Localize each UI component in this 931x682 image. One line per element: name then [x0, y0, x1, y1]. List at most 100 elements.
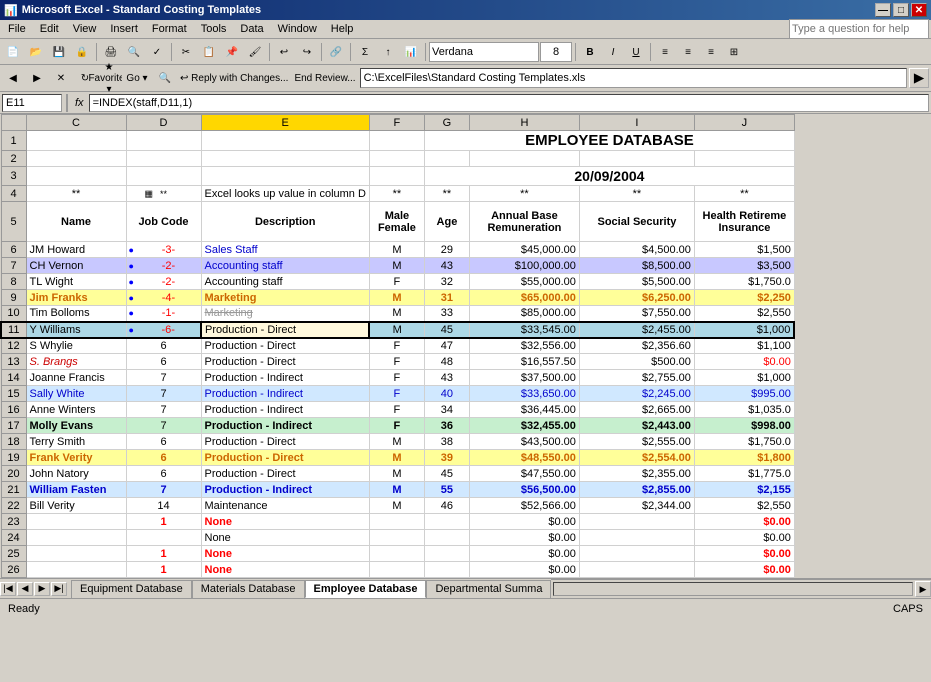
menu-file[interactable]: File — [2, 22, 32, 36]
cell-jc-14[interactable]: 7 — [126, 370, 201, 386]
cell-jc-23[interactable]: 1 — [126, 514, 201, 530]
col-header-f[interactable]: F — [369, 115, 424, 131]
col-header-d[interactable]: D — [126, 115, 201, 131]
cell-desc-13[interactable]: Production - Direct — [201, 354, 369, 370]
cell-d1[interactable] — [126, 131, 201, 151]
cell-social-12[interactable]: $2,356.60 — [579, 338, 694, 354]
cell-health-24[interactable]: $0.00 — [694, 530, 794, 546]
cell-health-14[interactable]: $1,000 — [694, 370, 794, 386]
cell-age-6[interactable]: 29 — [424, 242, 469, 258]
cell-jc-15[interactable]: 7 — [126, 386, 201, 402]
cell-health-23[interactable]: $0.00 — [694, 514, 794, 530]
cell-f4[interactable]: ** — [369, 186, 424, 202]
cell-health-20[interactable]: $1,775.0 — [694, 466, 794, 482]
sheet-nav-next[interactable]: ▶ — [34, 582, 50, 596]
cell-desc-9[interactable]: Marketing — [201, 290, 369, 306]
cell-desc-10[interactable]: Marketing — [201, 306, 369, 322]
cell-annual-9[interactable]: $65,000.00 — [469, 290, 579, 306]
cell-age-25[interactable] — [424, 546, 469, 562]
cell-health-6[interactable]: $1,500 — [694, 242, 794, 258]
chart-button[interactable]: 📊 — [400, 41, 422, 63]
cell-mf-7[interactable]: M — [369, 258, 424, 274]
cell-age-20[interactable]: 45 — [424, 466, 469, 482]
align-center[interactable]: ≡ — [677, 41, 699, 63]
cell-annual-23[interactable]: $0.00 — [469, 514, 579, 530]
header-name[interactable]: Name — [26, 202, 126, 242]
autosum-button[interactable]: Σ — [354, 41, 376, 63]
print-button[interactable]: 🖨 — [100, 41, 122, 63]
cell-desc-15[interactable]: Production - Indirect — [201, 386, 369, 402]
menu-window[interactable]: Window — [272, 22, 323, 36]
cell-mf-14[interactable]: F — [369, 370, 424, 386]
cell-desc-17[interactable]: Production - Indirect — [201, 418, 369, 434]
cell-e2[interactable] — [201, 151, 369, 167]
preview-button[interactable]: 🔍 — [123, 41, 145, 63]
go-button[interactable]: Go ▾ — [122, 67, 152, 89]
cell-health-13[interactable]: $0.00 — [694, 354, 794, 370]
bold-button[interactable]: B — [579, 41, 601, 63]
cell-c1[interactable] — [26, 131, 126, 151]
cell-jc-25[interactable]: 1 — [126, 546, 201, 562]
sheet-nav-first[interactable]: |◀ — [0, 582, 16, 596]
cell-age-24[interactable] — [424, 530, 469, 546]
scroll-right[interactable]: ▶ — [915, 581, 931, 597]
cell-h2[interactable] — [469, 151, 579, 167]
cell-desc-7[interactable]: Accounting staff — [201, 258, 369, 274]
cell-mf-23[interactable] — [369, 514, 424, 530]
header-malefemale[interactable]: Male Female — [369, 202, 424, 242]
cell-mf-19[interactable]: M — [369, 450, 424, 466]
cell-health-7[interactable]: $3,500 — [694, 258, 794, 274]
menu-insert[interactable]: Insert — [104, 22, 144, 36]
cell-age-12[interactable]: 47 — [424, 338, 469, 354]
cell-desc-18[interactable]: Production - Direct — [201, 434, 369, 450]
stop-button[interactable]: ✕ — [50, 67, 72, 89]
save-button[interactable]: 💾 — [48, 41, 70, 63]
spell-button[interactable]: ✓ — [146, 41, 168, 63]
cell-annual-12[interactable]: $32,556.00 — [469, 338, 579, 354]
cell-age-17[interactable]: 36 — [424, 418, 469, 434]
paste-button[interactable]: 📌 — [221, 41, 243, 63]
cell-jc-6[interactable]: ● -3- — [126, 242, 201, 258]
cell-j4[interactable]: ** — [694, 186, 794, 202]
cell-social-20[interactable]: $2,355.00 — [579, 466, 694, 482]
cell-name-16[interactable]: Anne Winters — [26, 402, 126, 418]
cell-jc-7[interactable]: ● -2- — [126, 258, 201, 274]
cell-mf-8[interactable]: F — [369, 274, 424, 290]
cell-health-16[interactable]: $1,035.0 — [694, 402, 794, 418]
cell-health-12[interactable]: $1,100 — [694, 338, 794, 354]
cell-name-9[interactable]: Jim Franks — [26, 290, 126, 306]
cell-health-18[interactable]: $1,750.0 — [694, 434, 794, 450]
cell-c2[interactable] — [26, 151, 126, 167]
cell-annual-21[interactable]: $56,500.00 — [469, 482, 579, 498]
cell-desc-21[interactable]: Production - Indirect — [201, 482, 369, 498]
merge-center[interactable]: ⊞ — [723, 41, 745, 63]
cell-annual-15[interactable]: $33,650.00 — [469, 386, 579, 402]
cell-jc-20[interactable]: 6 — [126, 466, 201, 482]
cell-age-23[interactable] — [424, 514, 469, 530]
cell-desc-25[interactable]: None — [201, 546, 369, 562]
cell-date[interactable]: 20/09/2004 — [424, 167, 794, 186]
cell-d3[interactable] — [126, 167, 201, 186]
cell-d2[interactable] — [126, 151, 201, 167]
copy-button[interactable]: 📋 — [198, 41, 220, 63]
header-social[interactable]: Social Security — [579, 202, 694, 242]
new-button[interactable]: 📄 — [2, 41, 24, 63]
cell-age-14[interactable]: 43 — [424, 370, 469, 386]
cell-jc-9[interactable]: ● -4- — [126, 290, 201, 306]
cell-desc-19[interactable]: Production - Direct — [201, 450, 369, 466]
cell-annual-22[interactable]: $52,566.00 — [469, 498, 579, 514]
cell-jc-26[interactable]: 1 — [126, 562, 201, 578]
cut-button[interactable]: ✂ — [175, 41, 197, 63]
undo-button[interactable]: ↩ — [273, 41, 295, 63]
cell-jc-19[interactable]: 6 — [126, 450, 201, 466]
cell-social-22[interactable]: $2,344.00 — [579, 498, 694, 514]
cell-jc-10[interactable]: ● -1- — [126, 306, 201, 322]
cell-age-16[interactable]: 34 — [424, 402, 469, 418]
cell-social-17[interactable]: $2,443.00 — [579, 418, 694, 434]
formula-input[interactable] — [89, 94, 929, 112]
cell-i4[interactable]: ** — [579, 186, 694, 202]
cell-f1[interactable] — [369, 131, 424, 151]
cell-social-8[interactable]: $5,500.00 — [579, 274, 694, 290]
sort-asc-button[interactable]: ↑ — [377, 41, 399, 63]
redo-button[interactable]: ↪ — [296, 41, 318, 63]
